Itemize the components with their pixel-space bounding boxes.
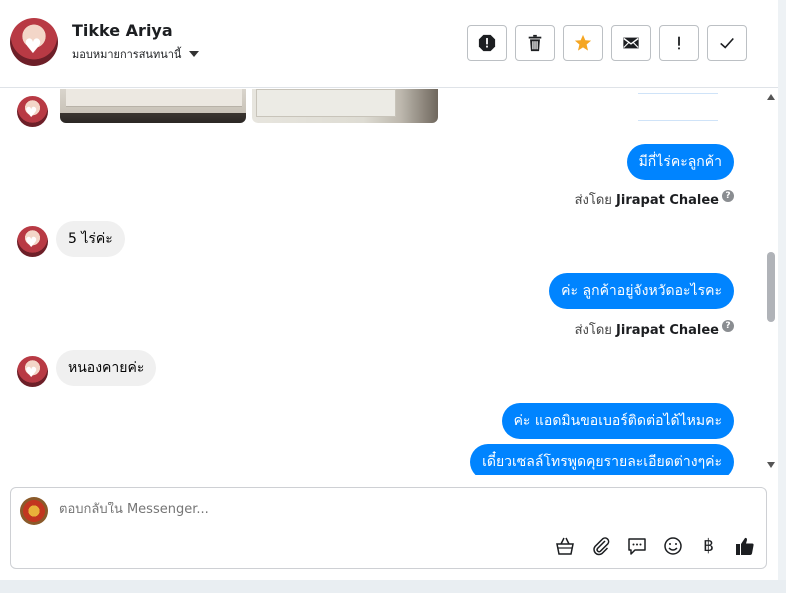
agent-name: Jirapat Chalee bbox=[616, 193, 719, 208]
reply-input[interactable] bbox=[59, 502, 659, 517]
check-icon bbox=[720, 37, 734, 49]
assign-conversation-dropdown[interactable]: มอบหมายการสนทนานี้ bbox=[72, 45, 200, 63]
message-thread[interactable]: ♥ มีกี่ไร่คะลูกค้า ส่งโดย Jirapat Chalee… bbox=[0, 89, 762, 475]
incoming-message[interactable]: หนองคายค่ะ bbox=[56, 350, 157, 386]
messenger-panel: ♥ Tikke Ariya มอบหมายการสนทนานี้ ♥ มีกี่… bbox=[0, 0, 778, 580]
divider bbox=[638, 120, 718, 121]
heart-icon: ♥ bbox=[25, 235, 38, 251]
baht-icon: ฿ bbox=[703, 535, 714, 556]
header-toolbar bbox=[467, 25, 747, 61]
caret-down-icon bbox=[189, 51, 200, 57]
trash-icon bbox=[528, 34, 542, 52]
outgoing-message[interactable]: เดี๋ยวเซลล์โทรพูดคุยรายละเอียดต่างๆค่ะ bbox=[470, 444, 734, 475]
contact-name[interactable]: Tikke Ariya bbox=[72, 21, 173, 40]
reply-composer: ฿ bbox=[10, 487, 767, 569]
outgoing-message[interactable]: ค่ะ ลูกค้าอยู่จังหวัดอะไรคะ bbox=[549, 273, 734, 309]
outgoing-message[interactable]: มีกี่ไร่คะลูกค้า bbox=[626, 144, 734, 180]
shop-button[interactable] bbox=[553, 534, 576, 557]
window-edge bbox=[778, 0, 786, 593]
scroll-thumb[interactable] bbox=[767, 252, 775, 322]
scroll-up-arrow-icon[interactable] bbox=[767, 94, 775, 100]
sent-by-label: ส่งโดย Jirapat Chalee bbox=[574, 323, 719, 338]
incoming-message[interactable]: 5 ไร่ค่ะ bbox=[56, 221, 125, 257]
speech-icon bbox=[627, 537, 646, 555]
heart-icon: ♥ bbox=[25, 105, 38, 121]
agent-name: Jirapat Chalee bbox=[616, 323, 719, 338]
star-button[interactable] bbox=[563, 25, 603, 61]
spam-icon bbox=[478, 34, 496, 52]
thumbs-up-icon bbox=[735, 537, 754, 555]
conversation-header: ♥ Tikke Ariya มอบหมายการสนทนานี้ bbox=[0, 0, 778, 88]
contact-avatar-small: ♥ bbox=[17, 356, 48, 387]
contact-avatar[interactable]: ♥ bbox=[10, 18, 58, 66]
image-attachment[interactable] bbox=[60, 89, 246, 123]
composer-toolbar: ฿ bbox=[553, 534, 756, 557]
email-button[interactable] bbox=[611, 25, 651, 61]
star-icon bbox=[574, 34, 592, 51]
window-edge bbox=[0, 580, 786, 593]
heart-icon: ♥ bbox=[25, 365, 38, 381]
emoji-icon bbox=[663, 536, 682, 555]
attach-button[interactable] bbox=[589, 534, 612, 557]
emoji-button[interactable] bbox=[661, 534, 684, 557]
scroll-down-arrow-icon[interactable] bbox=[767, 462, 775, 468]
sent-by-label: ส่งโดย Jirapat Chalee bbox=[574, 193, 719, 208]
exclamation-icon bbox=[678, 36, 680, 50]
like-button[interactable] bbox=[733, 534, 756, 557]
image-attachment[interactable] bbox=[252, 89, 438, 123]
mark-spam-button[interactable] bbox=[467, 25, 507, 61]
saved-replies-button[interactable] bbox=[625, 534, 648, 557]
bag-icon bbox=[555, 537, 574, 555]
help-icon[interactable]: ? bbox=[722, 320, 734, 332]
outgoing-message[interactable]: ค่ะ แอดมินขอเบอร์ติดต่อได้ไหมคะ bbox=[501, 403, 734, 439]
follow-up-button[interactable] bbox=[659, 25, 699, 61]
contact-avatar-small: ♥ bbox=[17, 96, 48, 127]
paperclip-icon bbox=[592, 536, 609, 555]
mark-done-button[interactable] bbox=[707, 25, 747, 61]
mail-icon bbox=[623, 37, 639, 49]
assign-label: มอบหมายการสนทนานี้ bbox=[72, 48, 182, 61]
heart-icon: ♥ bbox=[24, 34, 42, 58]
help-icon[interactable]: ? bbox=[722, 190, 734, 202]
page-avatar bbox=[20, 497, 48, 525]
contact-avatar-small: ♥ bbox=[17, 226, 48, 257]
payment-button[interactable]: ฿ bbox=[697, 534, 720, 557]
delete-button[interactable] bbox=[515, 25, 555, 61]
divider bbox=[638, 93, 718, 94]
